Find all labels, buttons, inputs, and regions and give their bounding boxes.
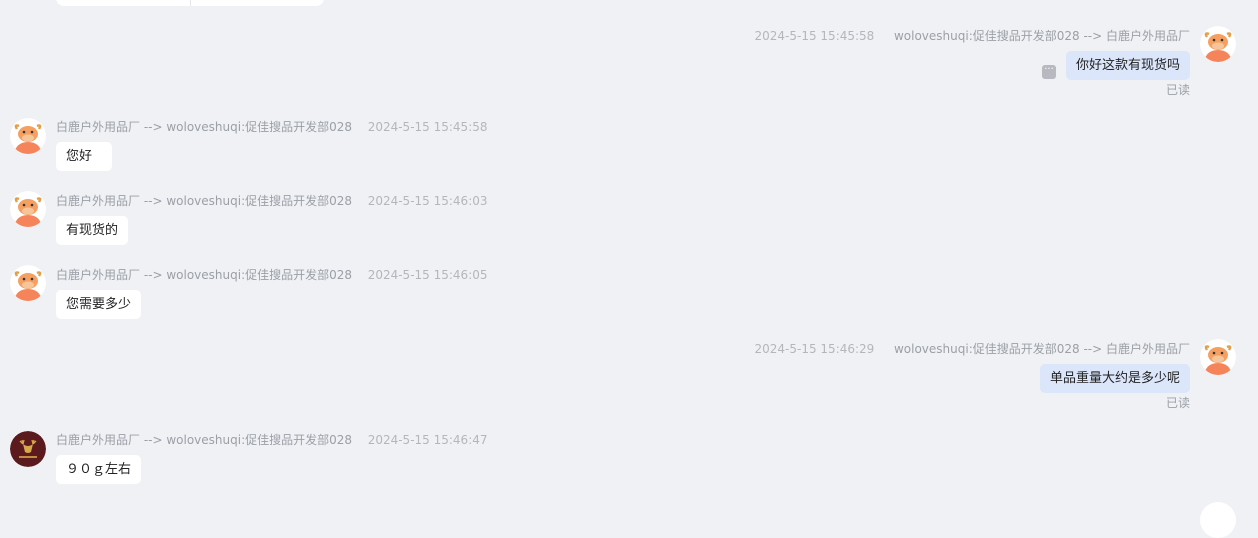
message-meta: 白鹿户外用品厂 --> woloveshuqi:促佳搜品开发部028 2024-… — [56, 266, 488, 283]
read-status: 已读 — [1165, 396, 1190, 410]
read-status: 已读 — [1165, 83, 1190, 97]
message-time: 2024-5-15 15:46:03 — [367, 194, 488, 208]
bull-avatar-icon[interactable] — [10, 265, 46, 301]
message-bubble[interactable]: ９０ｇ左右 — [56, 455, 142, 484]
message-route: 白鹿户外用品厂 --> woloveshuqi:促佳搜品开发部028 — [56, 194, 353, 208]
message-bubble[interactable]: 有现货的 — [56, 216, 129, 245]
message-bubble[interactable]: 您需要多少 — [56, 290, 142, 319]
card-divider — [190, 0, 191, 6]
message-meta: 2024-5-15 15:46:29 woloveshuqi:促佳搜品开发部02… — [755, 340, 1191, 357]
more-options-icon[interactable]: ··· — [1042, 65, 1056, 79]
message-text: 你好这款有现货吗 — [1075, 58, 1180, 73]
message-text: 有现货的 — [66, 223, 119, 238]
partial-next-message-avatar — [1200, 502, 1236, 538]
message-route: woloveshuqi:促佳搜品开发部028 --> 白鹿户外用品厂 — [893, 29, 1190, 43]
message-bubble[interactable]: 您好 — [56, 142, 113, 171]
message-text: 单品重量大约是多少呢 — [1049, 371, 1180, 386]
message-time: 2024-5-15 15:45:58 — [754, 29, 875, 43]
bull-avatar-icon[interactable] — [10, 118, 46, 154]
previous-card-fragment — [56, 0, 324, 6]
message-meta: 2024-5-15 15:45:58 woloveshuqi:促佳搜品开发部02… — [755, 27, 1191, 44]
message-time: 2024-5-15 15:45:58 — [367, 120, 488, 134]
message-route: 白鹿户外用品厂 --> woloveshuqi:促佳搜品开发部028 — [56, 268, 353, 282]
message-meta: 白鹿户外用品厂 --> woloveshuqi:促佳搜品开发部028 2024-… — [56, 192, 488, 209]
message-route: woloveshuqi:促佳搜品开发部028 --> 白鹿户外用品厂 — [893, 342, 1190, 356]
message-route: 白鹿户外用品厂 --> woloveshuqi:促佳搜品开发部028 — [56, 433, 353, 447]
message-text: ９０ｇ左右 — [66, 462, 132, 477]
message-bubble[interactable]: 你好这款有现货吗 — [1065, 51, 1190, 80]
message-meta: 白鹿户外用品厂 --> woloveshuqi:促佳搜品开发部028 2024-… — [56, 118, 488, 135]
message-time: 2024-5-15 15:46:05 — [367, 268, 488, 282]
message-text: 您好 — [66, 149, 93, 164]
bull-avatar-icon[interactable] — [1200, 26, 1236, 62]
message-time: 2024-5-15 15:46:47 — [367, 433, 488, 447]
message-text: 您需要多少 — [66, 297, 132, 312]
bull-avatar-icon[interactable] — [1200, 339, 1236, 375]
message-bubble[interactable]: 单品重量大约是多少呢 — [1039, 364, 1190, 393]
message-time: 2024-5-15 15:46:29 — [754, 342, 875, 356]
message-meta: 白鹿户外用品厂 --> woloveshuqi:促佳搜品开发部028 2024-… — [56, 431, 488, 448]
deer-logo-avatar-icon[interactable] — [10, 431, 46, 467]
bull-avatar-icon[interactable] — [10, 191, 46, 227]
message-route: 白鹿户外用品厂 --> woloveshuqi:促佳搜品开发部028 — [56, 120, 353, 134]
